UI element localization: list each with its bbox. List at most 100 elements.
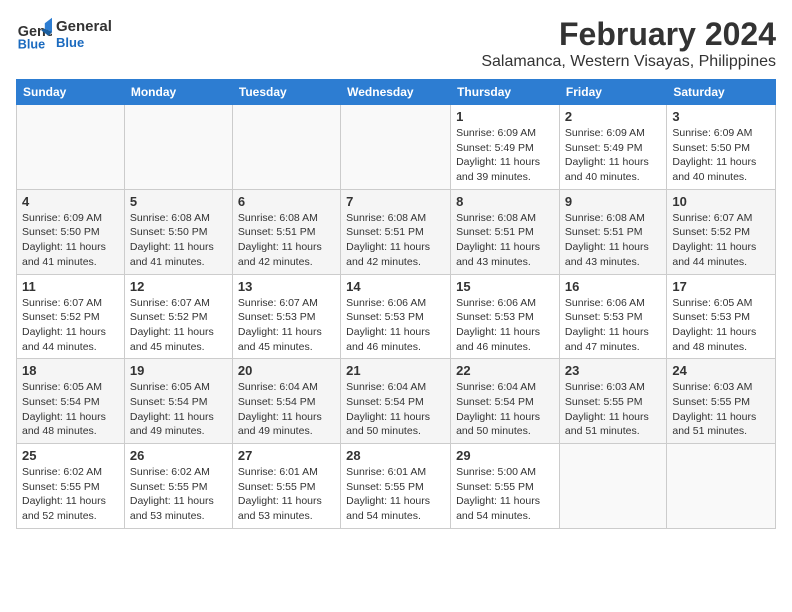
calendar-cell: 2Sunrise: 6:09 AM Sunset: 5:49 PM Daylig… — [559, 105, 666, 190]
day-number: 10 — [672, 194, 770, 209]
calendar-cell: 28 Sunrise: 6:01 AM Sunset: 5:55 PM Dayli… — [341, 444, 451, 529]
calendar-cell — [341, 105, 451, 190]
day-info: Sunrise: 6:06 AM Sunset: 5:53 PM Dayligh… — [346, 296, 445, 355]
day-number: 8 — [456, 194, 554, 209]
week-row-1: 1Sunrise: 6:09 AM Sunset: 5:49 PM Daylig… — [17, 105, 776, 190]
calendar-cell: 23 Sunrise: 6:03 AM Sunset: 5:55 PM Dayli… — [559, 359, 666, 444]
day-number: 12 — [130, 279, 227, 294]
calendar-cell: 10 Sunrise: 6:07 AM Sunset: 5:52 PM Dayli… — [667, 189, 776, 274]
day-info: Sunrise: 6:07 AM Sunset: 5:52 PM Dayligh… — [130, 296, 227, 355]
column-header-sunday: Sunday — [17, 80, 125, 105]
day-number: 21 — [346, 363, 445, 378]
calendar-cell: 14Sunrise: 6:06 AM Sunset: 5:53 PM Dayli… — [341, 274, 451, 359]
calendar-cell: 8 Sunrise: 6:08 AM Sunset: 5:51 PM Daylig… — [451, 189, 560, 274]
calendar-cell — [667, 444, 776, 529]
day-number: 29 — [456, 448, 554, 463]
calendar-cell: 7 Sunrise: 6:08 AM Sunset: 5:51 PM Daylig… — [341, 189, 451, 274]
logo-icon: General Blue — [16, 16, 52, 52]
day-info: Sunrise: 6:08 AM Sunset: 5:51 PM Dayligh… — [456, 211, 554, 270]
calendar-cell: 17 Sunrise: 6:05 AM Sunset: 5:53 PM Dayli… — [667, 274, 776, 359]
day-info: Sunrise: 6:05 AM Sunset: 5:54 PM Dayligh… — [22, 380, 119, 439]
day-info: Sunrise: 6:05 AM Sunset: 5:53 PM Dayligh… — [672, 296, 770, 355]
column-header-thursday: Thursday — [451, 80, 560, 105]
day-number: 25 — [22, 448, 119, 463]
day-info: Sunrise: 6:09 AM Sunset: 5:50 PM Dayligh… — [22, 211, 119, 270]
day-number: 11 — [22, 279, 119, 294]
day-number: 16 — [565, 279, 661, 294]
calendar-cell: 24 Sunrise: 6:03 AM Sunset: 5:55 PM Dayli… — [667, 359, 776, 444]
calendar-cell: 1Sunrise: 6:09 AM Sunset: 5:49 PM Daylig… — [451, 105, 560, 190]
day-number: 26 — [130, 448, 227, 463]
day-number: 2 — [565, 109, 661, 124]
day-number: 6 — [238, 194, 335, 209]
day-number: 18 — [22, 363, 119, 378]
day-number: 5 — [130, 194, 227, 209]
week-row-2: 4 Sunrise: 6:09 AM Sunset: 5:50 PM Daylig… — [17, 189, 776, 274]
day-info: Sunrise: 6:08 AM Sunset: 5:51 PM Dayligh… — [565, 211, 661, 270]
day-info: Sunrise: 6:02 AM Sunset: 5:55 PM Dayligh… — [22, 465, 119, 524]
week-row-3: 11 Sunrise: 6:07 AM Sunset: 5:52 PM Dayli… — [17, 274, 776, 359]
calendar-cell — [124, 105, 232, 190]
column-header-monday: Monday — [124, 80, 232, 105]
logo: General Blue General Blue — [16, 16, 112, 52]
day-info: Sunrise: 6:08 AM Sunset: 5:51 PM Dayligh… — [238, 211, 335, 270]
calendar-cell: 26Sunrise: 6:02 AM Sunset: 5:55 PM Dayli… — [124, 444, 232, 529]
calendar-cell — [232, 105, 340, 190]
logo-blue: Blue — [56, 35, 112, 50]
day-info: Sunrise: 6:08 AM Sunset: 5:50 PM Dayligh… — [130, 211, 227, 270]
day-info: Sunrise: 6:01 AM Sunset: 5:55 PM Dayligh… — [346, 465, 445, 524]
day-info: Sunrise: 6:01 AM Sunset: 5:55 PM Dayligh… — [238, 465, 335, 524]
svg-text:Blue: Blue — [18, 37, 45, 51]
calendar-cell — [559, 444, 666, 529]
day-info: Sunrise: 6:07 AM Sunset: 5:53 PM Dayligh… — [238, 296, 335, 355]
day-info: Sunrise: 6:07 AM Sunset: 5:52 PM Dayligh… — [672, 211, 770, 270]
day-info: Sunrise: 6:07 AM Sunset: 5:52 PM Dayligh… — [22, 296, 119, 355]
day-number: 22 — [456, 363, 554, 378]
day-number: 24 — [672, 363, 770, 378]
calendar-cell: 6 Sunrise: 6:08 AM Sunset: 5:51 PM Daylig… — [232, 189, 340, 274]
calendar-cell: 12 Sunrise: 6:07 AM Sunset: 5:52 PM Dayli… — [124, 274, 232, 359]
day-number: 17 — [672, 279, 770, 294]
day-number: 13 — [238, 279, 335, 294]
calendar-cell: 20 Sunrise: 6:04 AM Sunset: 5:54 PM Dayli… — [232, 359, 340, 444]
calendar-header-row: SundayMondayTuesdayWednesdayThursdayFrid… — [17, 80, 776, 105]
calendar-cell: 13 Sunrise: 6:07 AM Sunset: 5:53 PM Dayli… — [232, 274, 340, 359]
day-number: 15 — [456, 279, 554, 294]
calendar-cell: 5 Sunrise: 6:08 AM Sunset: 5:50 PM Daylig… — [124, 189, 232, 274]
subtitle: Salamanca, Western Visayas, Philippines — [481, 53, 776, 71]
day-info: Sunrise: 6:03 AM Sunset: 5:55 PM Dayligh… — [565, 380, 661, 439]
day-number: 23 — [565, 363, 661, 378]
day-info: Sunrise: 5:00 AM Sunset: 5:55 PM Dayligh… — [456, 465, 554, 524]
day-info: Sunrise: 6:04 AM Sunset: 5:54 PM Dayligh… — [456, 380, 554, 439]
day-info: Sunrise: 6:03 AM Sunset: 5:55 PM Dayligh… — [672, 380, 770, 439]
calendar-cell: 25 Sunrise: 6:02 AM Sunset: 5:55 PM Dayli… — [17, 444, 125, 529]
main-title: February 2024 — [481, 16, 776, 53]
title-area: February 2024 Salamanca, Western Visayas… — [481, 16, 776, 71]
calendar-cell: 27 Sunrise: 6:01 AM Sunset: 5:55 PM Dayli… — [232, 444, 340, 529]
day-info: Sunrise: 6:05 AM Sunset: 5:54 PM Dayligh… — [130, 380, 227, 439]
calendar-cell: 3Sunrise: 6:09 AM Sunset: 5:50 PM Daylig… — [667, 105, 776, 190]
calendar-cell — [17, 105, 125, 190]
calendar-cell: 29 Sunrise: 5:00 AM Sunset: 5:55 PM Dayli… — [451, 444, 560, 529]
calendar-cell: 21Sunrise: 6:04 AM Sunset: 5:54 PM Dayli… — [341, 359, 451, 444]
day-info: Sunrise: 6:06 AM Sunset: 5:53 PM Dayligh… — [565, 296, 661, 355]
column-header-wednesday: Wednesday — [341, 80, 451, 105]
calendar-cell: 11 Sunrise: 6:07 AM Sunset: 5:52 PM Dayli… — [17, 274, 125, 359]
calendar-cell: 4 Sunrise: 6:09 AM Sunset: 5:50 PM Daylig… — [17, 189, 125, 274]
week-row-4: 18 Sunrise: 6:05 AM Sunset: 5:54 PM Dayli… — [17, 359, 776, 444]
column-header-saturday: Saturday — [667, 80, 776, 105]
calendar-cell: 16 Sunrise: 6:06 AM Sunset: 5:53 PM Dayli… — [559, 274, 666, 359]
day-number: 1 — [456, 109, 554, 124]
day-number: 27 — [238, 448, 335, 463]
logo-general: General — [56, 18, 112, 35]
day-number: 4 — [22, 194, 119, 209]
calendar-cell: 9Sunrise: 6:08 AM Sunset: 5:51 PM Daylig… — [559, 189, 666, 274]
column-header-friday: Friday — [559, 80, 666, 105]
calendar-cell: 19Sunrise: 6:05 AM Sunset: 5:54 PM Dayli… — [124, 359, 232, 444]
day-number: 3 — [672, 109, 770, 124]
day-number: 28 — [346, 448, 445, 463]
day-info: Sunrise: 6:08 AM Sunset: 5:51 PM Dayligh… — [346, 211, 445, 270]
day-info: Sunrise: 6:04 AM Sunset: 5:54 PM Dayligh… — [238, 380, 335, 439]
day-number: 20 — [238, 363, 335, 378]
day-number: 7 — [346, 194, 445, 209]
